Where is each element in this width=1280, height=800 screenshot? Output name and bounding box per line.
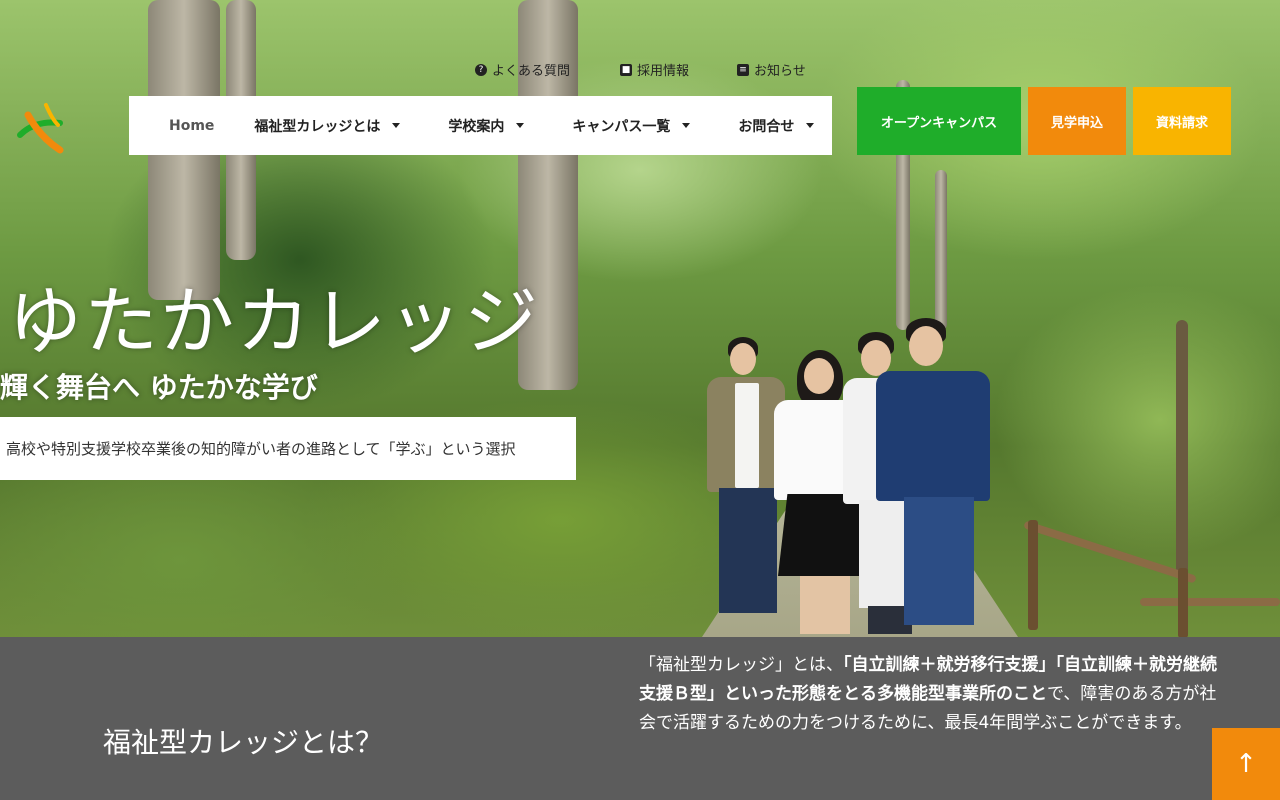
about-section: 福祉型カレッジとは？ 「福祉型カレッジ」とは、「自立訓練＋就労移行支援」「自立訓…: [0, 637, 1280, 800]
faq-link-label: よくある質問: [492, 64, 571, 79]
question-icon: ?: [475, 63, 487, 76]
about-title: 福祉型カレッジとは？: [103, 726, 384, 759]
news-link-label: お知らせ: [754, 64, 806, 79]
brochure-request-button[interactable]: 資料請求: [1133, 87, 1231, 155]
back-to-top-button[interactable]: ↑: [1212, 728, 1280, 800]
nav-item-about[interactable]: 福祉型カレッジとは: [254, 116, 401, 136]
chevron-down-icon: [516, 123, 525, 128]
faq-link[interactable]: ? よくある質問: [475, 60, 570, 79]
nav-item-label: お問合せ: [738, 118, 795, 135]
nav-item-label: キャンパス一覧: [572, 118, 671, 135]
fence-post: [1178, 568, 1188, 637]
open-campus-button[interactable]: オープンキャンパス: [857, 87, 1021, 155]
arrow-up-icon: ↑: [1235, 749, 1257, 779]
news-icon: ≡: [737, 63, 749, 76]
hero-description-text: 高校や特別支援学校卒業後の知的障がい者の進路として「学ぶ」という選択: [6, 440, 516, 458]
fence-post: [1028, 520, 1038, 630]
about-text: 「福祉型カレッジ」とは、「自立訓練＋就労移行支援」「自立訓練＋就労継続支援Ｂ型」…: [639, 651, 1224, 738]
hero-title: ゆたかカレッジ: [8, 279, 540, 365]
hero-subtitle: 輝く舞台へ ゆたかな学び: [0, 371, 318, 404]
chevron-down-icon: [682, 123, 691, 128]
fence-rail: [1140, 598, 1280, 606]
fence-rail: [1023, 520, 1197, 584]
nav-home-label: Home: [169, 117, 215, 134]
hero-description: 高校や特別支援学校卒業後の知的障がい者の進路として「学ぶ」という選択: [0, 417, 576, 480]
nav-item-campus[interactable]: キャンパス一覧: [572, 116, 691, 136]
nav-item-contact[interactable]: お問合せ: [738, 116, 815, 136]
nav-item-label: 福祉型カレッジとは: [254, 118, 381, 135]
tree-trunk: [1176, 320, 1188, 580]
recruit-link[interactable]: ■ 採用情報: [620, 60, 689, 79]
about-text-part: 「福祉型カレッジ」とは、: [639, 655, 843, 675]
main-nav: Home 福祉型カレッジとは 学校案内 キャンパス一覧 お問合せ: [129, 96, 832, 155]
nav-item-label: 学校案内: [448, 118, 505, 135]
chevron-down-icon: [392, 123, 401, 128]
logo[interactable]: [0, 95, 70, 155]
visit-request-button[interactable]: 見学申込: [1028, 87, 1126, 155]
nav-item-school[interactable]: 学校案内: [448, 116, 525, 136]
recruit-link-label: 採用情報: [637, 64, 690, 79]
briefcase-icon: ■: [620, 63, 632, 76]
nav-home[interactable]: Home: [169, 118, 214, 134]
tree-trunk: [935, 170, 947, 330]
news-link[interactable]: ≡ お知らせ: [737, 60, 806, 79]
chevron-down-icon: [806, 123, 815, 128]
